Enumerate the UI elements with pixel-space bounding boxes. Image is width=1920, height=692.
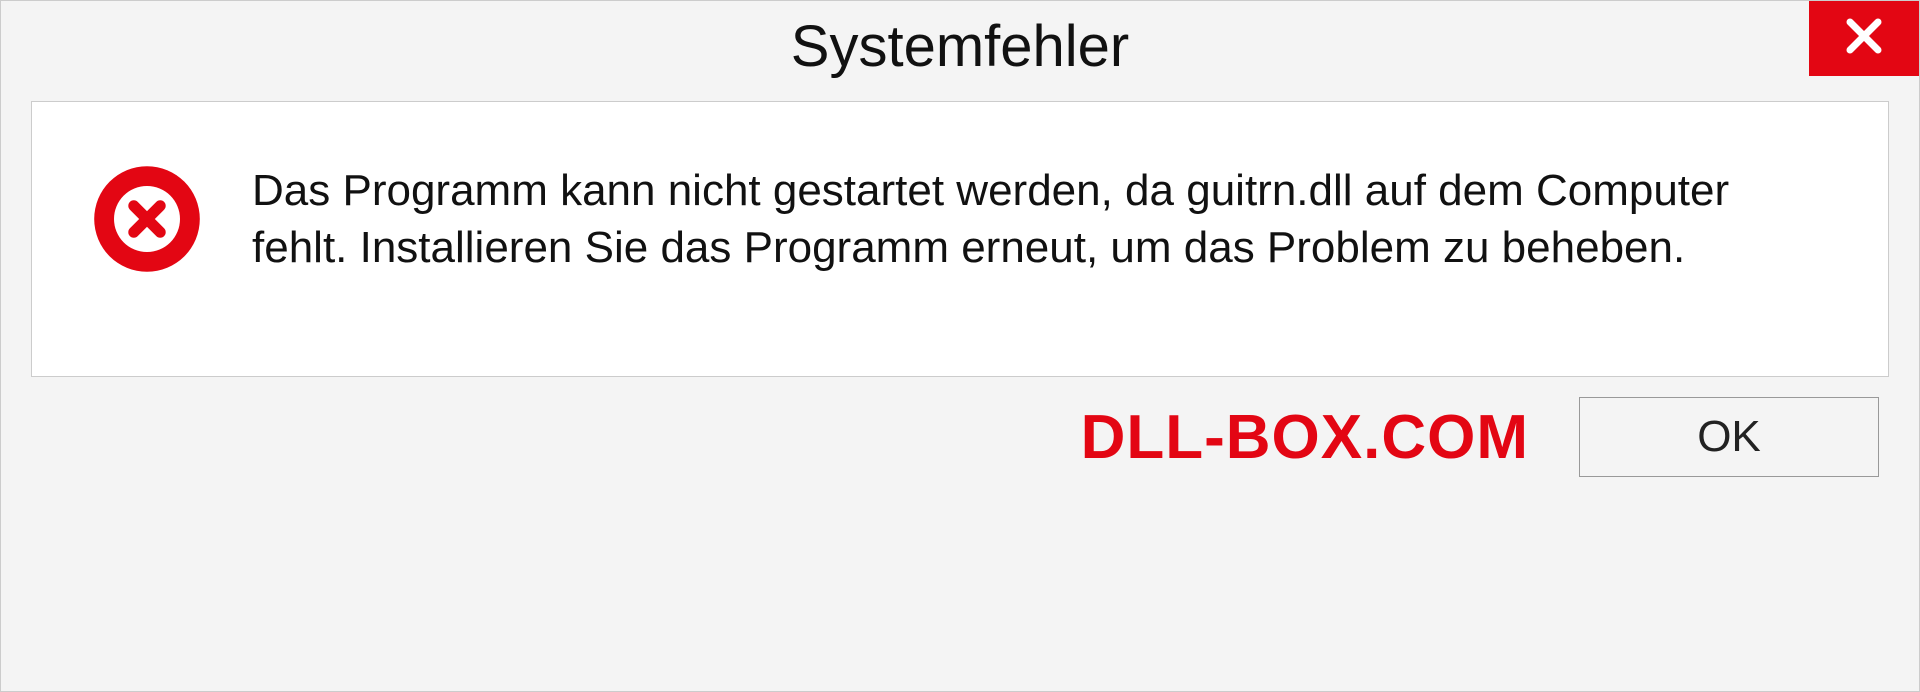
error-dialog: Systemfehler Das Programm kann nicht ges… (0, 0, 1920, 692)
error-icon (92, 164, 202, 274)
dialog-title: Systemfehler (791, 13, 1129, 80)
titlebar: Systemfehler (1, 1, 1919, 91)
close-icon (1840, 12, 1888, 65)
watermark-text: DLL-BOX.COM (1081, 402, 1529, 473)
ok-button-label: OK (1697, 412, 1761, 462)
close-button[interactable] (1809, 1, 1919, 76)
ok-button[interactable]: OK (1579, 397, 1879, 477)
dialog-footer: DLL-BOX.COM OK (1, 397, 1919, 507)
error-message: Das Programm kann nicht gestartet werden… (252, 162, 1782, 276)
dialog-content: Das Programm kann nicht gestartet werden… (31, 101, 1889, 377)
